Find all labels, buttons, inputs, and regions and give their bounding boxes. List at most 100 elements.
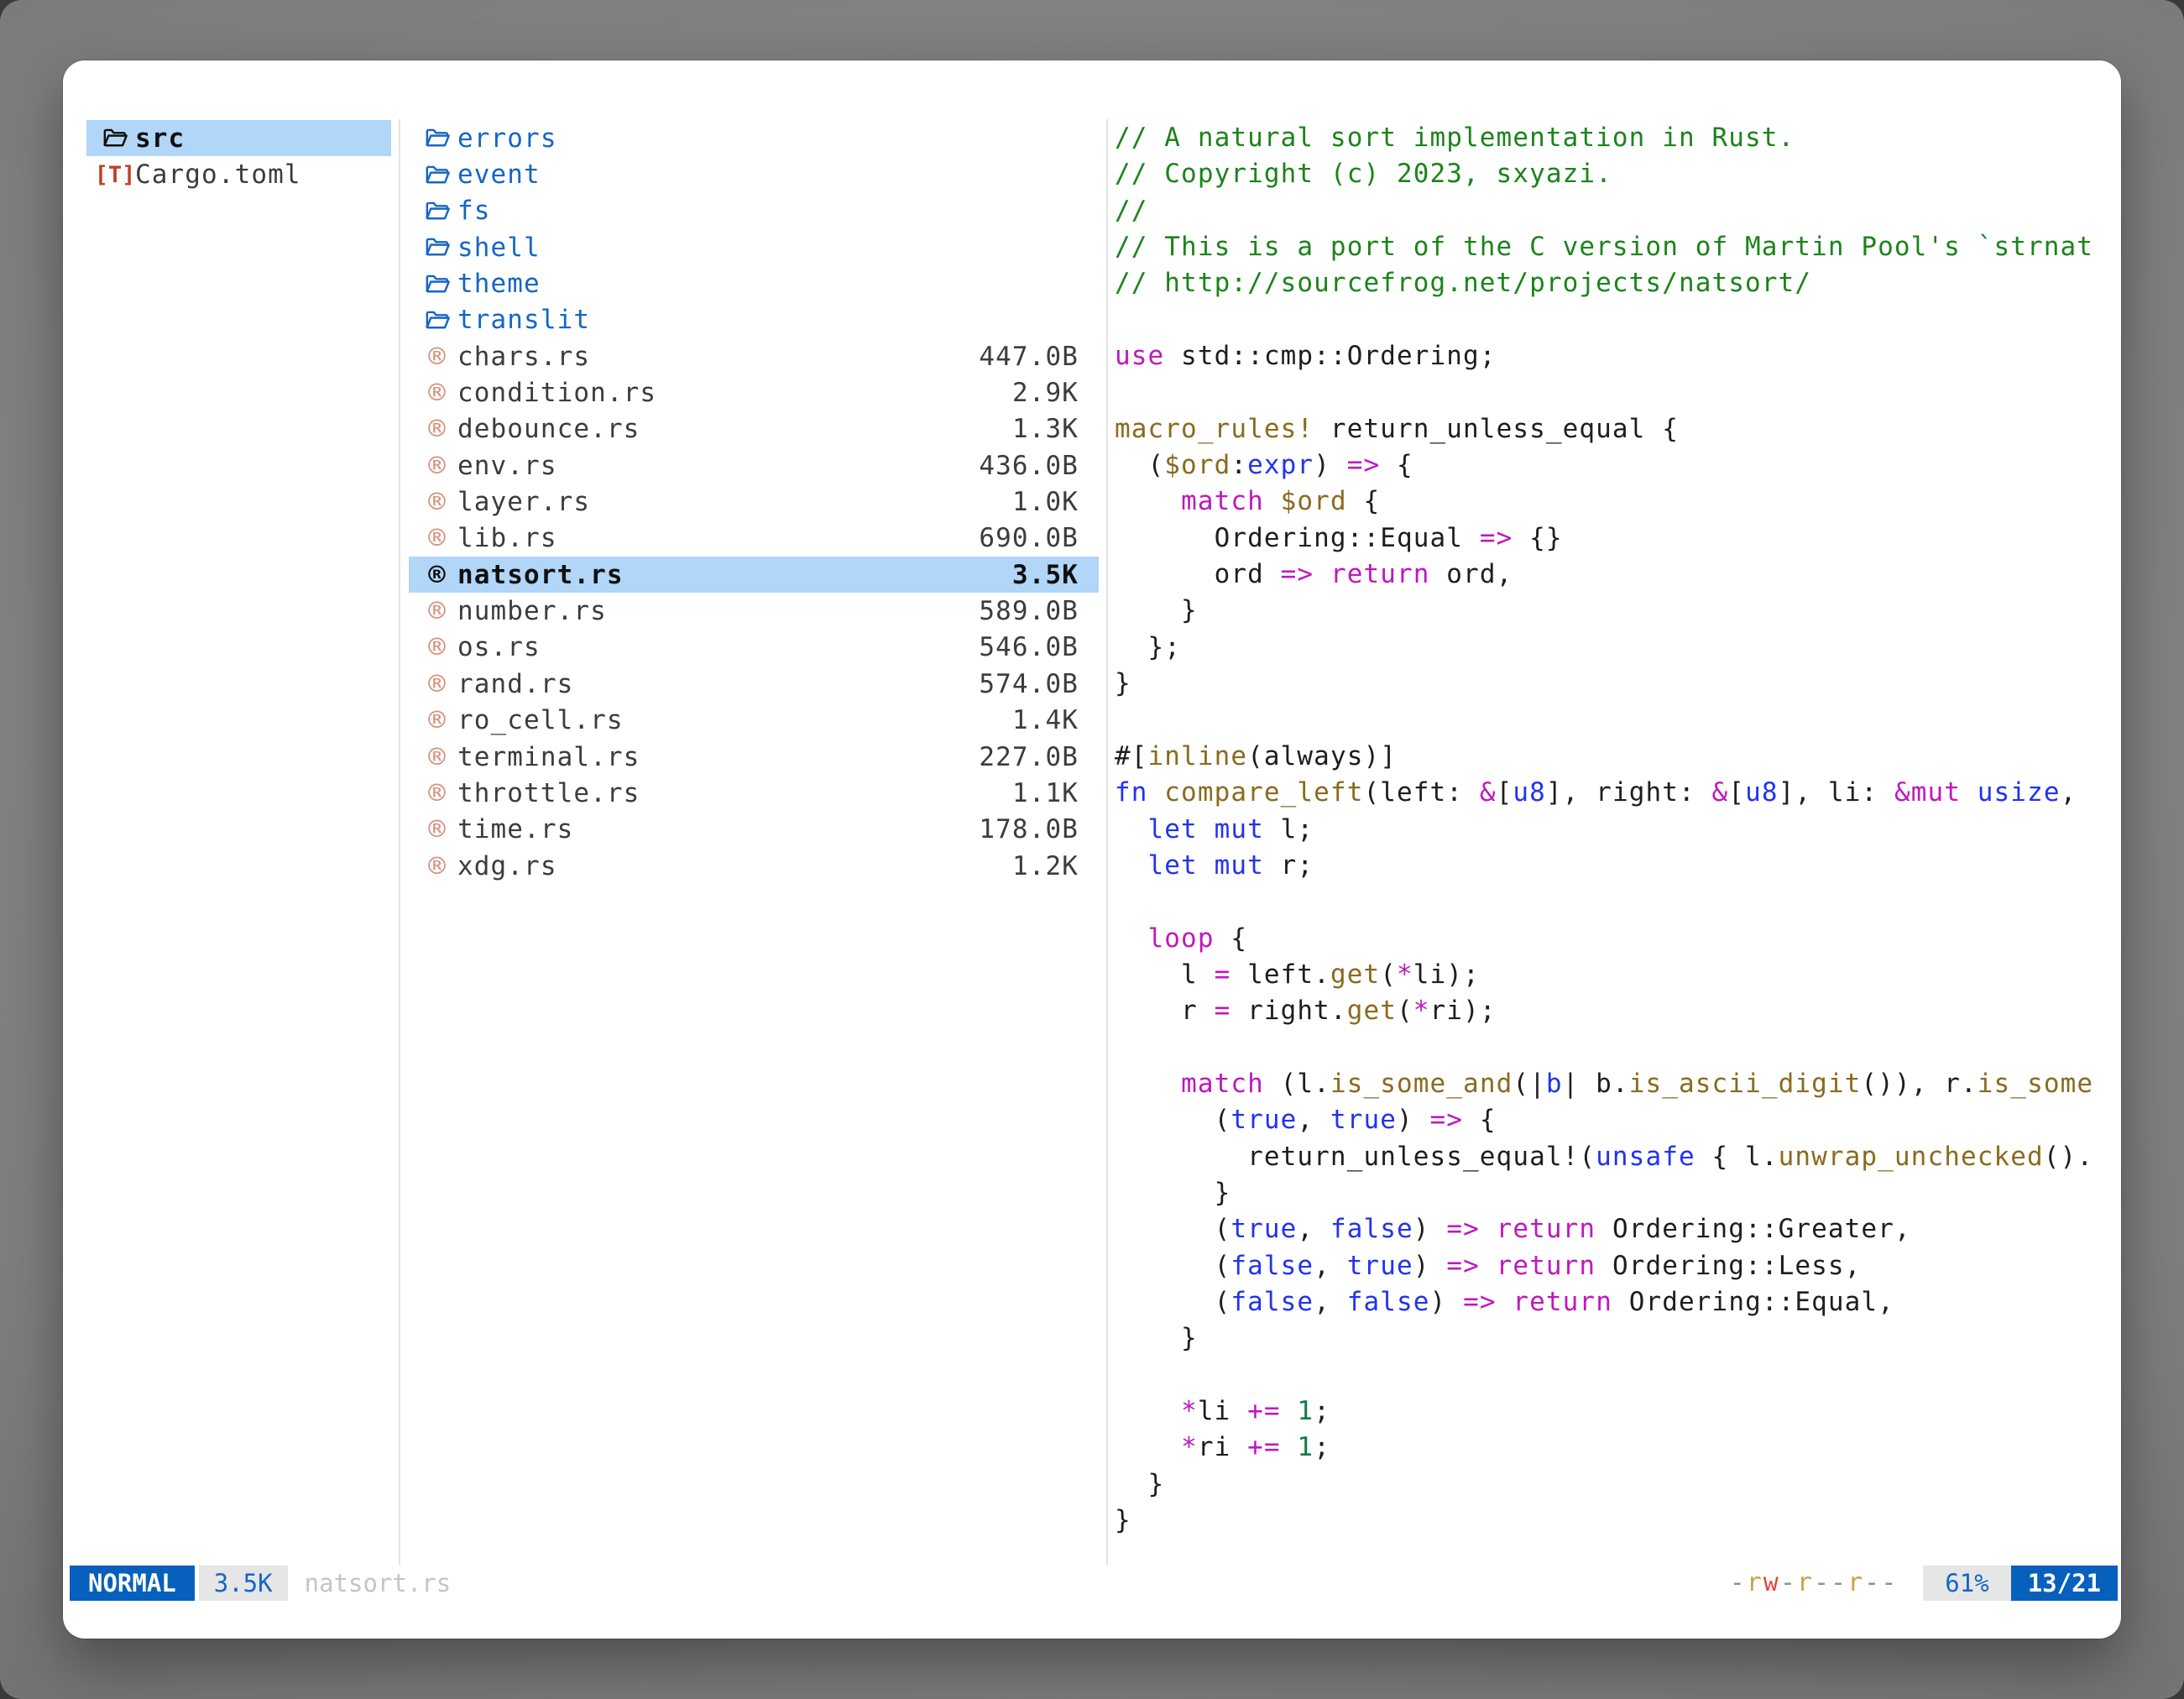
- code-line: }: [1115, 1320, 2116, 1357]
- open-folder-icon: [422, 162, 452, 188]
- code-line: let mut l;: [1115, 812, 2116, 848]
- list-item[interactable]: ® os.rs 546.0B: [409, 630, 1099, 666]
- list-item[interactable]: errors: [409, 120, 1099, 156]
- code-line: fn compare_left(left: &[u8], right: &[u8…: [1115, 775, 2116, 811]
- file-size: 227.0B: [979, 742, 1079, 772]
- code-line: macro_rules! return_unless_equal {: [1115, 411, 2116, 447]
- file-name: layer.rs: [457, 487, 1002, 517]
- list-item[interactable]: ® xdg.rs 1.2K: [409, 848, 1099, 884]
- file-name: translit: [457, 305, 1068, 335]
- parent-directory-pane: src [T] Cargo.toml: [86, 120, 391, 193]
- rust-file-icon: ®: [422, 452, 452, 480]
- status-file-name: natsort.rs: [305, 1566, 452, 1601]
- file-name: os.rs: [457, 632, 969, 662]
- list-item[interactable]: fs: [409, 193, 1099, 229]
- mode-badge: NORMAL: [70, 1566, 195, 1601]
- current-directory-pane: errors event fs: [409, 120, 1099, 884]
- file-name: chars.rs: [457, 342, 969, 372]
- code-line: #[inline(always)]: [1115, 739, 2116, 775]
- file-name: shell: [457, 233, 1068, 263]
- list-item[interactable]: ® natsort.rs 3.5K: [409, 557, 1099, 593]
- rust-file-icon: ®: [422, 488, 452, 516]
- list-item[interactable]: ® number.rs 589.0B: [409, 593, 1099, 629]
- file-size: 546.0B: [979, 632, 1079, 662]
- file-size: 436.0B: [979, 451, 1079, 481]
- file-size: 1.1K: [1012, 778, 1079, 808]
- file-permissions: -rw-r--r--: [1730, 1566, 1899, 1601]
- list-item[interactable]: theme: [409, 265, 1099, 301]
- code-line: return_unless_equal!(unsafe { l.unwrap_u…: [1115, 1139, 2116, 1175]
- rust-file-icon: ®: [422, 379, 452, 407]
- file-name: condition.rs: [457, 378, 1002, 408]
- code-line: r = right.get(*ri);: [1115, 993, 2116, 1029]
- rust-file-icon: ®: [422, 633, 452, 661]
- list-item[interactable]: ® ro_cell.rs 1.4K: [409, 703, 1099, 739]
- rust-file-icon: ®: [422, 415, 452, 443]
- file-size: 1.3K: [1012, 414, 1079, 444]
- file-name: rand.rs: [457, 669, 969, 699]
- list-item[interactable]: ® env.rs 436.0B: [409, 447, 1099, 484]
- list-item[interactable]: ® throttle.rs 1.1K: [409, 775, 1099, 811]
- rust-file-icon: ®: [422, 524, 452, 552]
- code-line: match (l.is_some_and(|b| b.is_ascii_digi…: [1115, 1066, 2116, 1102]
- rust-file-icon: ®: [422, 706, 452, 734]
- list-item[interactable]: ® condition.rs 2.9K: [409, 374, 1099, 410]
- file-name: number.rs: [457, 596, 969, 626]
- file-size: 3.5K: [1012, 560, 1079, 590]
- toml-file-icon: [T]: [100, 162, 130, 188]
- file-name: time.rs: [457, 814, 969, 844]
- scroll-percent-badge: 61%: [1923, 1566, 2010, 1601]
- code-line: Ordering::Equal => {}: [1115, 520, 2116, 557]
- code-line: }: [1115, 1503, 2116, 1539]
- file-size: 447.0B: [979, 342, 1079, 372]
- list-item[interactable]: translit: [409, 302, 1099, 338]
- desktop-background: src [T] Cargo.toml errors event: [0, 0, 2184, 1699]
- list-item[interactable]: ® chars.rs 447.0B: [409, 338, 1099, 374]
- file-name: natsort.rs: [457, 560, 1002, 590]
- list-item[interactable]: ® rand.rs 574.0B: [409, 666, 1099, 702]
- file-size: 574.0B: [979, 669, 1079, 699]
- file-name: throttle.rs: [457, 778, 1002, 808]
- list-item[interactable]: ® time.rs 178.0B: [409, 812, 1099, 848]
- code-line: (true, true) => {: [1115, 1102, 2116, 1138]
- rust-file-icon: ®: [422, 670, 452, 698]
- list-item[interactable]: shell: [409, 229, 1099, 265]
- file-size: 1.2K: [1012, 851, 1079, 881]
- code-line: ord => return ord,: [1115, 557, 2116, 593]
- code-line: // This is a port of the C version of Ma…: [1115, 229, 2116, 265]
- code-line: l = left.get(*li);: [1115, 957, 2116, 993]
- list-item[interactable]: [T] Cargo.toml: [86, 156, 391, 192]
- code-line: //: [1115, 193, 2116, 229]
- rust-file-icon: ®: [422, 779, 452, 808]
- file-size: 1.4K: [1012, 705, 1079, 735]
- list-item[interactable]: ® lib.rs 690.0B: [409, 520, 1099, 557]
- file-name: ro_cell.rs: [457, 705, 1002, 735]
- code-line: [1115, 374, 2116, 410]
- code-line: // http://sourcefrog.net/projects/natsor…: [1115, 265, 2116, 301]
- file-size: 690.0B: [979, 523, 1079, 553]
- file-size: 178.0B: [979, 814, 1079, 844]
- code-line: [1115, 1357, 2116, 1393]
- rust-file-icon: ®: [422, 597, 452, 625]
- list-item[interactable]: src: [86, 120, 391, 156]
- code-line: };: [1115, 630, 2116, 666]
- list-item[interactable]: event: [409, 156, 1099, 192]
- code-line: }: [1115, 666, 2116, 702]
- list-item[interactable]: ® debounce.rs 1.3K: [409, 411, 1099, 447]
- list-item[interactable]: ® terminal.rs 227.0B: [409, 739, 1099, 775]
- file-name: lib.rs: [457, 523, 969, 553]
- file-preview-pane: // A natural sort implementation in Rust…: [1115, 120, 2116, 1555]
- pane-separator-right: [1106, 119, 1108, 1565]
- code-line: }: [1115, 1175, 2116, 1211]
- file-name: theme: [457, 269, 1068, 299]
- code-line: loop {: [1115, 921, 2116, 957]
- code-line: use std::cmp::Ordering;: [1115, 338, 2116, 374]
- file-name: env.rs: [457, 451, 969, 481]
- file-name: Cargo.toml: [135, 159, 361, 190]
- file-name: fs: [457, 196, 1068, 226]
- list-item[interactable]: ® layer.rs 1.0K: [409, 484, 1099, 520]
- open-folder-icon: [422, 198, 452, 224]
- open-folder-icon: [422, 307, 452, 333]
- code-line: [1115, 884, 2116, 920]
- code-line: }: [1115, 593, 2116, 629]
